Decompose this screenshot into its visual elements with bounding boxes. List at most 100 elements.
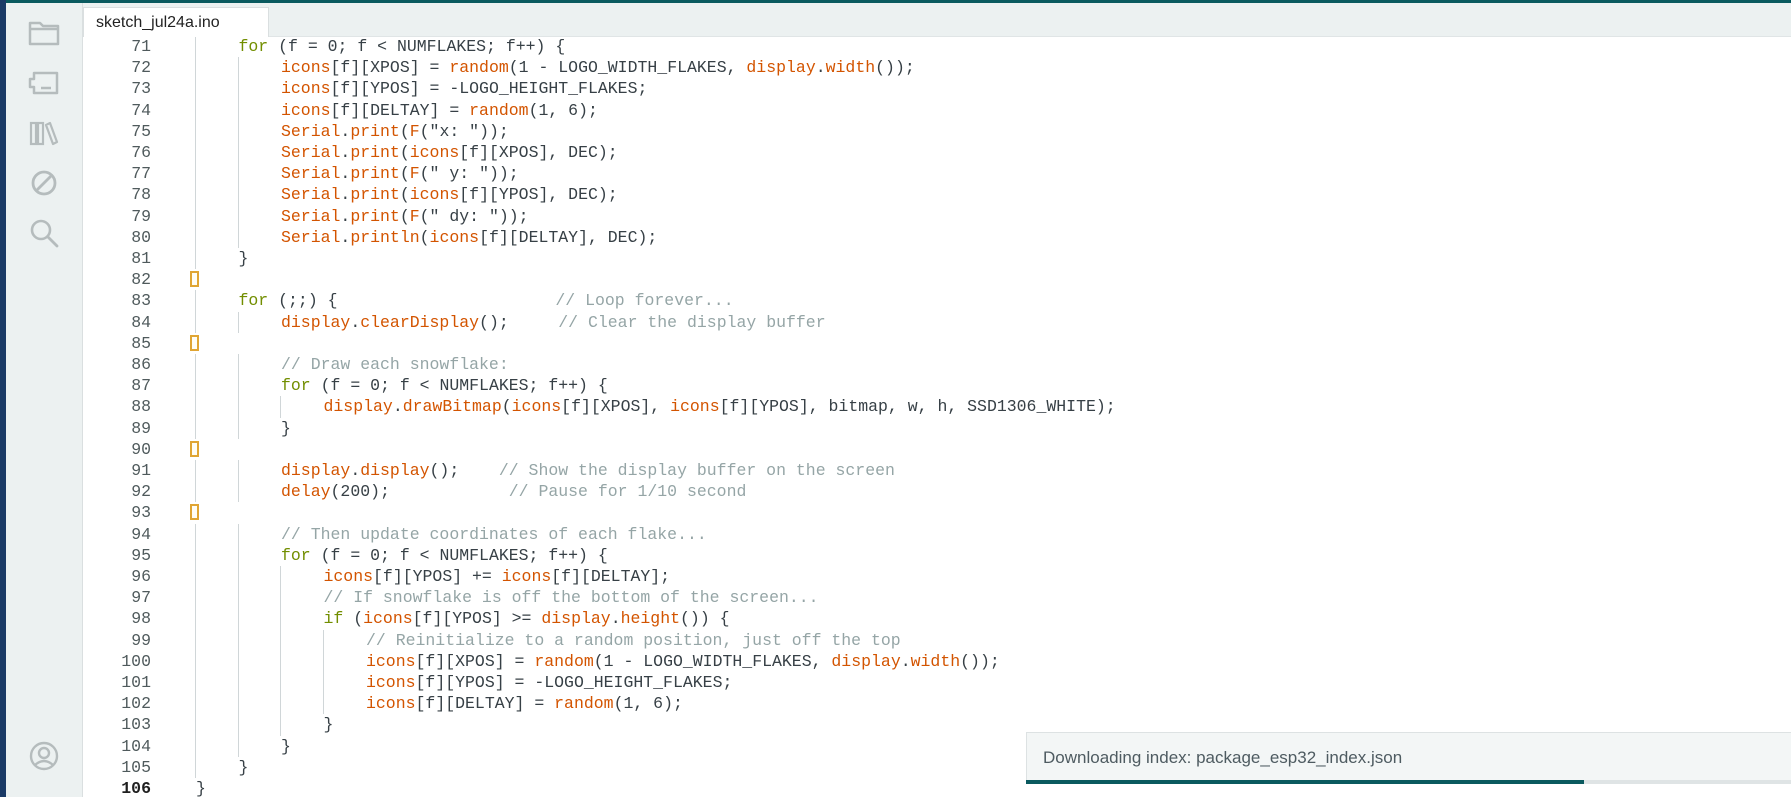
code-line[interactable]: 88 display.drawBitmap(icons[f][XPOS], ico… [83, 396, 1791, 418]
code-line[interactable]: 100 icons[f][XPOS] = random(1 - LOGO_WIDT… [83, 650, 1791, 672]
code-text: if (icons[f][YPOS] >= display.height()) … [324, 608, 730, 629]
code-token: ( [399, 164, 410, 184]
code-token: (); [479, 312, 559, 332]
code-editor[interactable]: 71 for (f = 0; f < NUMFLAKES; f++) {72 ico… [83, 37, 1791, 797]
code-token: (1, 6); [528, 100, 598, 120]
code-token: icons [366, 651, 416, 671]
folder-icon[interactable] [24, 13, 64, 53]
code-text: for (;;) { // Loop forever... [239, 290, 734, 311]
code-line[interactable]: 94 // Then update coordinates of each fla… [83, 523, 1791, 545]
code-line[interactable]: 87 for (f = 0; f < NUMFLAKES; f++) { [83, 375, 1791, 397]
indent-guide [237, 375, 239, 397]
code-line[interactable]: 97 // If snowflake is off the bottom of t… [83, 587, 1791, 609]
indent-guide [237, 226, 239, 248]
code-token: . [340, 143, 351, 162]
code-line[interactable]: 85 [83, 333, 1791, 354]
indent-guide [195, 523, 196, 545]
indent-guide [237, 566, 239, 588]
indent-guide [280, 650, 281, 672]
board-icon[interactable] [24, 63, 64, 103]
code-token: print [350, 185, 400, 205]
indent-guide [195, 735, 196, 757]
code-line[interactable]: 75 Serial.print(F("x: ")); [83, 120, 1791, 142]
code-token: (200); [330, 482, 509, 502]
code-line[interactable]: 102 icons[f][DELTAY] = random(1, 6); [83, 693, 1791, 715]
code-line[interactable]: 78 Serial.print(icons[f][YPOS], DEC); [83, 184, 1791, 206]
code-line[interactable]: 72 icons[f][XPOS] = random(1 - LOGO_WIDTH… [83, 57, 1791, 79]
code-token: . [340, 206, 351, 226]
code-token: (); [429, 461, 499, 480]
indent-guide [195, 396, 196, 418]
code-token: for [281, 376, 311, 396]
code-text: for (f = 0; f < NUMFLAKES; f++) { [239, 37, 566, 57]
code-line[interactable]: 89} [83, 417, 1791, 439]
code-token: [f][DELTAY]; [551, 567, 671, 586]
code-line[interactable]: 84 display.clearDisplay(); // Clear the d… [83, 311, 1791, 333]
code-line[interactable]: 82 [83, 269, 1791, 290]
download-progress-fill [1026, 780, 1585, 784]
line-number: 75 [131, 121, 151, 141]
code-text: icons[f][YPOS] = -LOGO_HEIGHT_FLAKES; [281, 78, 647, 99]
profile-icon[interactable] [24, 736, 64, 776]
code-token: [f][DELTAY] = [330, 100, 470, 120]
code-token: . [815, 58, 826, 78]
code-text: for (f = 0; f < NUMFLAKES; f++) { [281, 545, 608, 566]
code-token: icons [281, 79, 331, 99]
indent-guide [322, 672, 324, 694]
code-line[interactable]: 83 for (;;) { // Loop forever... [83, 290, 1791, 312]
code-line[interactable]: 90 [83, 439, 1791, 460]
indent-guide [195, 417, 196, 439]
indent-guide [280, 629, 281, 651]
code-line[interactable]: 96 icons[f][YPOS] += icons[f][DELTAY]; [83, 566, 1791, 588]
code-line[interactable]: 98 if (icons[f][YPOS] >= display.height()… [83, 608, 1791, 630]
code-token: . [340, 121, 351, 141]
code-line[interactable]: 101 icons[f][YPOS] = -LOGO_HEIGHT_FLAKES; [83, 672, 1791, 694]
indent-guide [237, 78, 239, 100]
code-token: F [409, 121, 420, 141]
code-text: // If snowflake is off the bottom of the… [324, 587, 819, 608]
code-token: (1, 6); [613, 694, 683, 714]
code-text: display.clearDisplay(); // Clear the dis… [281, 312, 826, 333]
code-line[interactable]: 79 Serial.print(F(" dy: ")); [83, 205, 1791, 227]
code-line[interactable]: 99 // Reinitialize to a random position, … [83, 629, 1791, 651]
code-token: display [281, 461, 351, 480]
code-line[interactable]: 93 [83, 502, 1791, 523]
line-number: 82 [131, 270, 151, 290]
indent-guide [237, 735, 239, 757]
code-token: } [238, 249, 249, 268]
code-line[interactable]: 91 display.display(); // Show the display… [83, 460, 1791, 482]
line-number: 97 [131, 588, 151, 608]
code-line[interactable]: 95 for (f = 0; f < NUMFLAKES; f++) { [83, 544, 1791, 566]
blank-line-marker [190, 334, 199, 351]
indent-guide [195, 37, 196, 58]
code-line[interactable]: 76 Serial.print(icons[f][XPOS], DEC); [83, 142, 1791, 164]
line-number: 95 [131, 545, 151, 565]
code-line[interactable]: 74 icons[f][DELTAY] = random(1, 6); [83, 99, 1791, 121]
code-text: } [281, 736, 291, 757]
code-line[interactable]: 92 delay(200); // Pause for 1/10 second [83, 481, 1791, 503]
code-line[interactable]: 80 Serial.println(icons[f][DELTAY], DEC); [83, 226, 1791, 248]
debug-icon[interactable] [24, 163, 64, 203]
line-number: 74 [131, 100, 151, 120]
indent-guide [195, 460, 196, 482]
indent-guide [237, 120, 239, 142]
indent-guide [195, 587, 196, 609]
search-icon[interactable] [24, 213, 64, 253]
code-line[interactable]: 77 Serial.print(F(" y: ")); [83, 163, 1791, 185]
code-text: icons[f][DELTAY] = random(1, 6); [281, 100, 598, 121]
code-line[interactable]: 81} [83, 248, 1791, 270]
line-number: 102 [121, 694, 151, 714]
code-line[interactable]: 71 for (f = 0; f < NUMFLAKES; f++) { [83, 37, 1791, 58]
code-token: [f][YPOS] += [373, 567, 502, 586]
tab-sketch-file[interactable]: sketch_jul24a.ino [83, 7, 269, 37]
code-token: F [409, 164, 420, 184]
code-text: } [281, 418, 291, 439]
code-token: display [541, 609, 611, 629]
code-line[interactable]: 86 // Draw each snowflake: [83, 354, 1791, 376]
line-number: 100 [121, 651, 151, 671]
library-icon[interactable] [24, 113, 64, 153]
code-token: clearDisplay [360, 312, 480, 332]
code-line[interactable]: 73 icons[f][YPOS] = -LOGO_HEIGHT_FLAKES; [83, 78, 1791, 100]
code-text: icons[f][DELTAY] = random(1, 6); [366, 693, 683, 714]
indent-guide [322, 650, 324, 672]
